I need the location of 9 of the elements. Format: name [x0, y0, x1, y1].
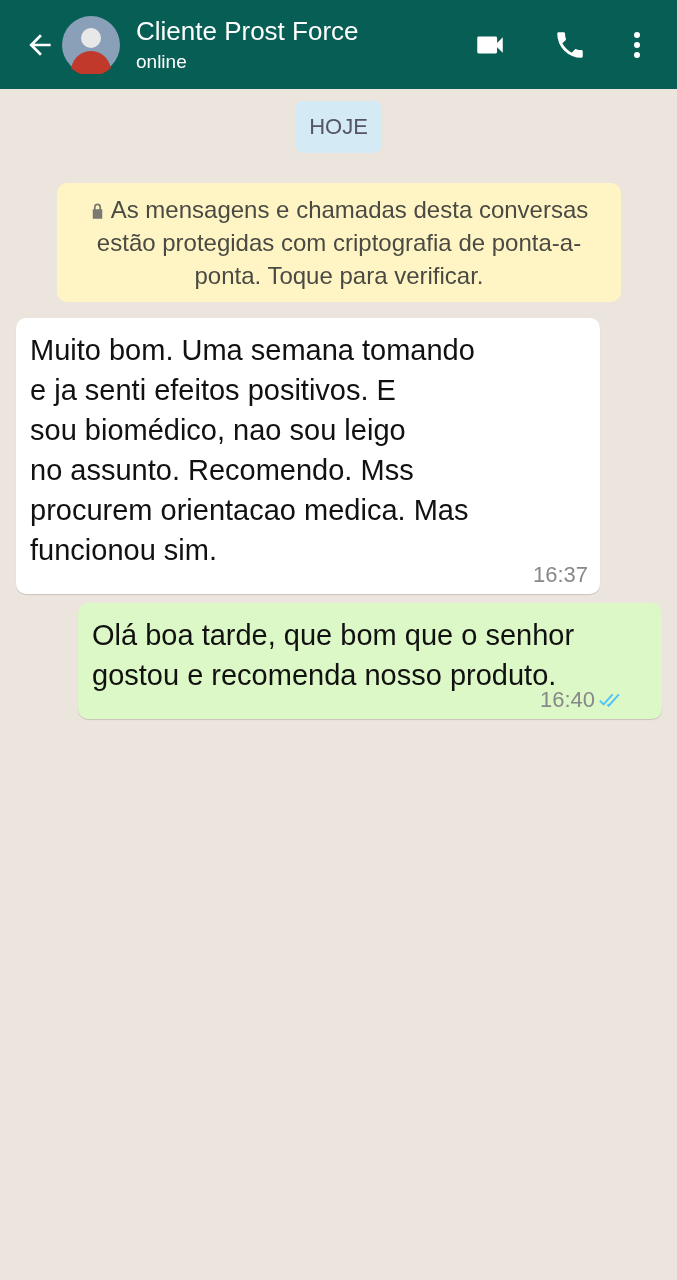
date-chip: HOJE — [295, 101, 382, 153]
message-text: Muito bom. Uma semana tomando e ja senti efeitos positivos. E sou biomédico, nao sou leigo no assunto. Recomendo. Mss procurem orientacao medica. Mas funcionou sim. — [30, 333, 476, 568]
more-options-icon[interactable] — [633, 30, 641, 59]
contact-name: Cliente Prost Force — [136, 16, 360, 47]
message-time: 16:37 — [532, 562, 588, 588]
encryption-notice[interactable]: As mensagens e chamadas desta conversas estão protegidas com criptografia de ponta-a-ponta. Toque para verificar. — [57, 183, 621, 302]
avatar[interactable] — [62, 15, 120, 74]
encryption-text: As mensagens e chamadas desta conversas estão protegidas com criptografia de ponta-a-ponta. Toque para verificar. — [89, 196, 589, 289]
contact-status: online — [136, 51, 188, 73]
